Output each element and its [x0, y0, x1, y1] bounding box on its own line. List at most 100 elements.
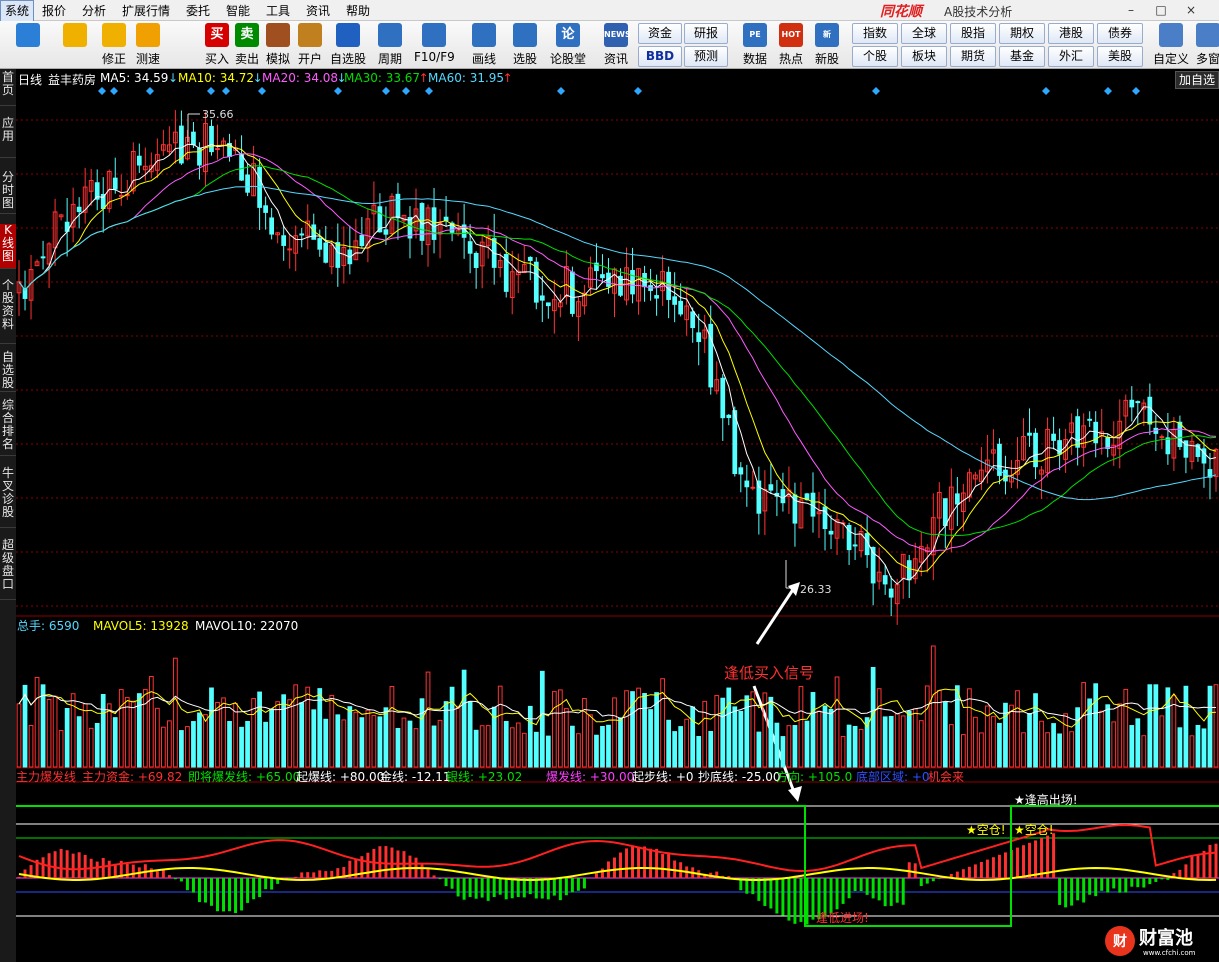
volume-bar [425, 671, 431, 768]
quick-button[interactable]: 研报 [684, 23, 728, 44]
info-diamond-icon [382, 87, 390, 95]
menu-item[interactable]: 资讯 [306, 2, 330, 19]
nav-item[interactable]: 牛叉诊股 [0, 467, 16, 528]
candle-body [1003, 469, 1008, 482]
volume-bar [383, 707, 389, 768]
market-button[interactable]: 港股 [1048, 23, 1094, 44]
toolbar-button[interactable]: 多窗 [1190, 22, 1219, 67]
quick-button[interactable]: BBD [638, 46, 682, 67]
volume-bar [395, 727, 401, 768]
close-icon[interactable]: × [1179, 1, 1203, 19]
menu-item[interactable]: 扩展行情 [122, 2, 170, 19]
toolbar-button[interactable]: 自选股 [328, 22, 368, 67]
candle-body [539, 295, 545, 301]
nav-item[interactable]: 个股资料 [0, 279, 16, 344]
volume-bar [684, 718, 690, 768]
ma-value-label: MA10: 34.72 [178, 71, 255, 85]
indicator-value-label: 起步线: +0 [632, 770, 694, 784]
volume-bar [509, 727, 515, 768]
market-button[interactable]: 美股 [1097, 46, 1143, 67]
toolbar-button[interactable]: 自定义 [1153, 22, 1189, 67]
candle-body [1135, 401, 1141, 404]
market-button[interactable]: 板块 [901, 46, 947, 67]
nav-item[interactable]: 分时图 [0, 171, 16, 214]
volume-bar [1171, 695, 1177, 768]
toolbar-button[interactable]: 测速 [128, 22, 168, 67]
volume-bar [600, 725, 605, 768]
candle-body [269, 217, 275, 235]
toolbar-button[interactable]: 选股 [505, 22, 545, 67]
volume-bar [203, 714, 208, 768]
menu-item[interactable]: 工具 [266, 2, 290, 19]
quick-button[interactable]: 资金 [638, 23, 682, 44]
toolbar-button[interactable]: PE 数据 [738, 22, 772, 67]
menu-item[interactable]: 帮助 [346, 2, 370, 19]
ma-value-label: MA5: 34.59 [100, 71, 169, 85]
candle-body [383, 229, 389, 235]
menu-item[interactable]: 分析 [82, 2, 106, 19]
toolbar-button[interactable]: NEWS 资讯 [596, 22, 636, 67]
toolbar-button[interactable]: 开户 [290, 22, 330, 67]
toolbar-button[interactable]: 周期 [370, 22, 410, 67]
nav-item[interactable]: 首页 [0, 71, 16, 106]
market-button[interactable]: 指数 [852, 23, 898, 44]
volume-bar [672, 731, 678, 768]
forum-icon: 论 [556, 23, 580, 47]
toolbar-button[interactable]: HOT 热点 [774, 22, 808, 67]
nav-item[interactable]: 自选股 [0, 351, 16, 392]
toolbar-button-label: 多窗 [1195, 52, 1219, 66]
menu-item[interactable]: 智能 [226, 2, 250, 19]
nav-item[interactable]: 超级盘口 [0, 539, 16, 600]
market-button[interactable]: 基金 [999, 46, 1045, 67]
maximize-icon[interactable]: □ [1149, 1, 1173, 19]
volume-bar [407, 720, 413, 768]
toolbar-icon-button[interactable] [55, 22, 95, 47]
nav-item[interactable]: 应用 [0, 117, 16, 158]
f10-icon [422, 23, 446, 47]
pen-icon [472, 23, 496, 47]
market-button[interactable]: 期权 [999, 23, 1045, 44]
menu-item[interactable]: 报价 [42, 2, 66, 19]
toolbar-button[interactable]: F10/F9 [414, 22, 455, 64]
toolbar-button[interactable]: 画线 [464, 22, 504, 67]
market-button[interactable]: 全球 [901, 23, 947, 44]
volume-value-label: MAVOL5: 13928 [93, 619, 189, 633]
volume-bar [239, 726, 244, 768]
market-button[interactable]: 债券 [1097, 23, 1143, 44]
volume-bar [479, 725, 485, 768]
candle-body [570, 271, 575, 314]
market-button[interactable]: 期货 [950, 46, 996, 67]
volume-bar [1033, 693, 1038, 768]
volume-bar [648, 709, 653, 768]
volume-bar [161, 726, 166, 768]
quick-button[interactable]: 预测 [684, 46, 728, 67]
volume-bar [124, 697, 130, 768]
toolbar-button-label: 资讯 [603, 52, 628, 66]
volume-bar [738, 710, 744, 768]
menu-item[interactable]: 委托 [186, 2, 210, 19]
market-button[interactable]: 股指 [950, 23, 996, 44]
volume-bar [774, 722, 780, 768]
volume-bar [431, 725, 437, 768]
volume-bar [347, 706, 353, 768]
market-button[interactable]: 个股 [852, 46, 898, 67]
candle-body [726, 414, 732, 419]
volume-bar [912, 708, 918, 768]
watermark-url: www.cfchi.com [1143, 949, 1196, 957]
kline-chart[interactable]: 35.66 26.33 总手: 6590 MAVOL5: 13928 MAVOL10: … [16, 86, 1219, 962]
toolbar-icon-button[interactable] [8, 22, 48, 47]
toolbar-button-label: 自定义 [1153, 52, 1190, 66]
nav-item[interactable]: 综合排名 [0, 399, 16, 456]
minimize-icon[interactable]: – [1119, 1, 1143, 19]
indicator-value-label: 爆发线: +30.00 [546, 769, 634, 784]
volume-bar [1105, 704, 1111, 768]
candle-body [239, 153, 244, 181]
market-button[interactable]: 外汇 [1048, 46, 1094, 67]
toolbar-button[interactable]: 新新股 [810, 22, 844, 67]
nav-item[interactable]: K线图 [0, 224, 16, 269]
layout-grid-icon [16, 23, 40, 47]
candle-body [744, 480, 750, 488]
toolbar-button[interactable]: 论论股堂 [548, 22, 588, 67]
volume-bar [281, 694, 287, 768]
menu-item[interactable]: 系统 [0, 0, 35, 22]
